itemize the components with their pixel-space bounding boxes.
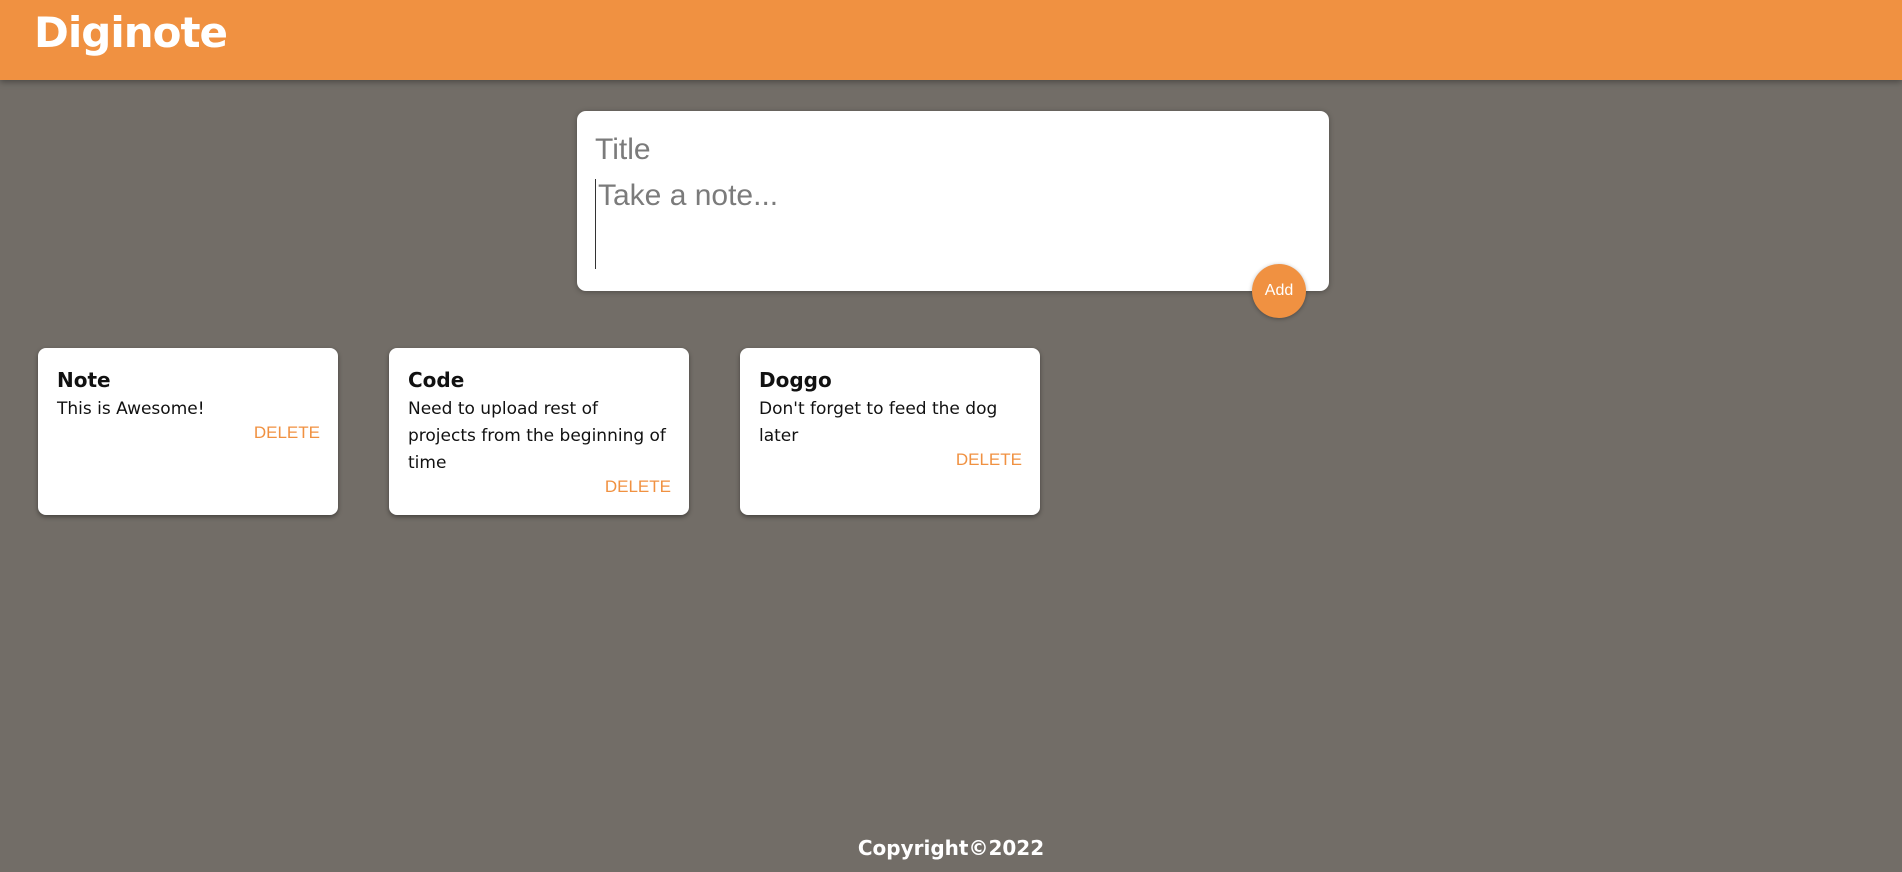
copyright-text: Copyright©2022 bbox=[857, 836, 1045, 860]
note-title: Doggo bbox=[759, 368, 832, 392]
create-note-form bbox=[577, 111, 1329, 291]
note-title-input[interactable] bbox=[595, 133, 1295, 167]
note-title: Note bbox=[57, 368, 111, 392]
delete-note-button[interactable]: DELETE bbox=[956, 448, 1022, 472]
note-title: Code bbox=[408, 368, 465, 392]
delete-note-button[interactable]: DELETE bbox=[254, 421, 320, 445]
note-card: Note This is Awesome! DELETE bbox=[38, 348, 338, 515]
note-content-input[interactable] bbox=[595, 179, 1295, 269]
note-content: This is Awesome! bbox=[57, 399, 205, 419]
delete-note-button[interactable]: DELETE bbox=[605, 475, 671, 499]
footer: Copyright©2022 bbox=[0, 836, 1902, 860]
add-note-button[interactable]: Add bbox=[1252, 264, 1306, 318]
note-card: Doggo Don't forget to feed the dog later… bbox=[740, 348, 1040, 515]
app-logo: Diginote bbox=[34, 8, 228, 57]
note-content: Need to upload rest of projects from the… bbox=[408, 399, 666, 473]
app-header: Diginote bbox=[0, 0, 1902, 80]
note-content: Don't forget to feed the dog later bbox=[759, 399, 998, 446]
note-card: Code Need to upload rest of projects fro… bbox=[389, 348, 689, 515]
